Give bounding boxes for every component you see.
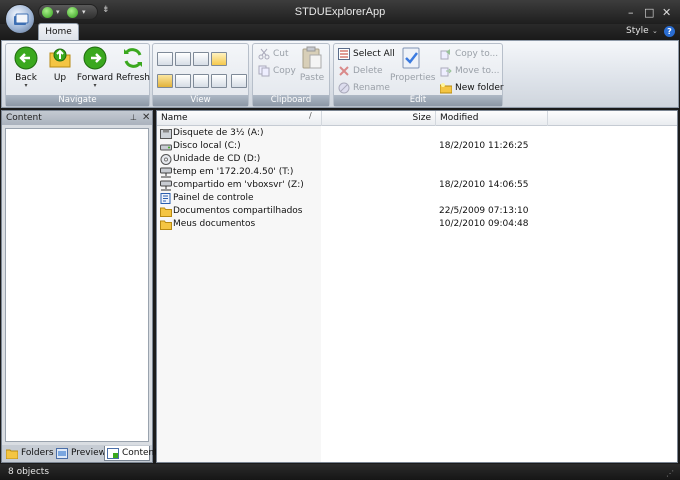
list-item[interactable]: temp em '172.20.4.50' (T:) bbox=[157, 166, 677, 179]
tab-content[interactable]: Content bbox=[104, 446, 158, 461]
details-view-icon[interactable] bbox=[193, 74, 209, 88]
edit-group-label: Edit bbox=[334, 95, 502, 106]
small-icons-view-icon[interactable] bbox=[157, 74, 173, 88]
scissors-icon bbox=[258, 48, 270, 60]
back-dropdown-icon[interactable]: ▾ bbox=[10, 83, 42, 89]
style-chevron-icon[interactable]: ⌄ bbox=[652, 27, 658, 35]
view-group-label: View bbox=[153, 95, 248, 106]
copy-to-button[interactable]: Copy to... bbox=[440, 48, 498, 62]
column-header-size[interactable]: Size bbox=[322, 111, 436, 126]
copy-icon bbox=[258, 65, 270, 77]
maximize-icon[interactable]: □ bbox=[644, 6, 654, 19]
style-menu[interactable]: Style bbox=[626, 26, 649, 36]
list-view-icon[interactable] bbox=[175, 74, 191, 88]
list-item[interactable]: Meus documentos 10/2/2010 09:04:48 bbox=[157, 218, 677, 231]
status-text: 8 objects bbox=[8, 467, 50, 477]
ribbon-tab-row bbox=[0, 24, 680, 40]
title-bar: ▾ ▾ ⇟ STDUExplorerApp – □ ✕ bbox=[0, 0, 680, 24]
list-item[interactable]: Painel de controle bbox=[157, 192, 677, 205]
panel-close-icon[interactable]: ✕ bbox=[142, 112, 150, 123]
control-panel-icon bbox=[160, 193, 171, 204]
tiles-view-icon[interactable] bbox=[211, 74, 227, 88]
content-tab-icon bbox=[107, 448, 119, 459]
resize-grip-icon[interactable]: ⋰ bbox=[666, 469, 674, 478]
cd-drive-icon bbox=[160, 154, 172, 165]
list-item[interactable]: Disco local (C:) 18/2/2010 11:26:25 bbox=[157, 140, 677, 153]
file-list: Name ∕ Size Modified Disquete de 3½ (A:)… bbox=[156, 110, 678, 463]
app-logo-icon bbox=[14, 13, 29, 25]
column-header-modified[interactable]: Modified bbox=[436, 111, 548, 126]
rename-button[interactable]: Rename bbox=[338, 82, 390, 96]
column-header-name[interactable]: Name bbox=[157, 111, 322, 126]
new-folder-icon bbox=[439, 82, 453, 94]
network-drive-icon bbox=[160, 167, 172, 178]
folders-tab-icon bbox=[6, 449, 18, 459]
back-button[interactable]: Back ▾ bbox=[10, 46, 42, 89]
list-item[interactable]: Disquete de 3½ (A:) bbox=[157, 127, 677, 140]
refresh-button[interactable]: Refresh bbox=[116, 46, 150, 83]
side-panel-tabs: Folders Preview Content bbox=[2, 445, 158, 462]
extra-large-icons-view-icon[interactable] bbox=[157, 52, 173, 66]
help-icon[interactable]: ? bbox=[664, 26, 675, 37]
tab-home[interactable]: Home bbox=[38, 23, 79, 40]
large-icons-view-icon[interactable] bbox=[175, 52, 191, 66]
clipboard-group-label: Clipboard bbox=[253, 95, 329, 106]
select-all-icon bbox=[338, 48, 350, 60]
floppy-drive-icon bbox=[160, 129, 172, 139]
delete-button[interactable]: Delete bbox=[338, 65, 383, 79]
cut-button[interactable]: Cut bbox=[258, 48, 289, 62]
thumbnails-view-icon[interactable] bbox=[211, 52, 227, 66]
move-to-button[interactable]: Move to... bbox=[440, 65, 499, 79]
copy-button[interactable]: Copy bbox=[258, 65, 296, 79]
hard-drive-icon bbox=[160, 144, 172, 151]
forward-button[interactable]: Forward ▾ bbox=[76, 46, 114, 89]
up-button[interactable]: Up bbox=[46, 46, 74, 83]
status-bar: 8 objects ⋰ bbox=[0, 464, 680, 480]
properties-button[interactable]: Properties bbox=[390, 46, 435, 83]
move-to-icon bbox=[440, 65, 452, 77]
application-menu-button[interactable] bbox=[5, 4, 35, 34]
content-side-panel: Content ⊥ ✕ Folders Preview Content bbox=[1, 110, 158, 463]
copy-to-icon bbox=[440, 48, 452, 60]
new-folder-button[interactable]: New folder bbox=[439, 82, 504, 96]
content-view-icon[interactable] bbox=[231, 74, 247, 88]
view-group: View bbox=[152, 43, 249, 107]
refresh-icon bbox=[124, 48, 142, 68]
paste-button[interactable]: Paste bbox=[297, 46, 327, 83]
sort-indicator-icon: ∕ bbox=[309, 111, 312, 120]
minimize-icon[interactable]: – bbox=[628, 6, 634, 19]
folder-up-icon bbox=[49, 48, 71, 68]
list-item[interactable]: Unidade de CD (D:) bbox=[157, 153, 677, 166]
close-icon[interactable]: ✕ bbox=[662, 6, 671, 19]
folder-icon bbox=[160, 207, 172, 217]
window-title: STDUExplorerApp bbox=[294, 6, 386, 18]
pin-icon[interactable]: ⊥ bbox=[130, 113, 137, 122]
tab-folders[interactable]: Folders bbox=[4, 446, 54, 461]
forward-dropdown-icon[interactable]: ▾ bbox=[76, 83, 114, 89]
column-headers: Name ∕ Size Modified bbox=[157, 111, 677, 126]
back-arrow-icon bbox=[14, 46, 38, 70]
clipboard-group: Cut Copy Paste Clipboard bbox=[252, 43, 330, 107]
navigate-group: Back ▾ Up Forward ▾ Refresh Navigate bbox=[5, 43, 150, 107]
select-all-button[interactable]: Select All bbox=[338, 48, 395, 62]
properties-icon bbox=[402, 47, 420, 69]
medium-icons-view-icon[interactable] bbox=[193, 52, 209, 66]
clipboard-paste-icon bbox=[302, 46, 322, 69]
navigate-group-label: Navigate bbox=[6, 95, 149, 106]
tab-preview[interactable]: Preview bbox=[54, 446, 106, 461]
rename-icon bbox=[338, 82, 350, 94]
network-drive-icon bbox=[160, 180, 172, 191]
delete-x-icon bbox=[338, 65, 350, 77]
forward-arrow-icon bbox=[83, 46, 107, 70]
list-item[interactable]: compartido em 'vboxsvr' (Z:) 18/2/2010 1… bbox=[157, 179, 677, 192]
edit-group: Select All Delete Rename Properties Copy… bbox=[333, 43, 504, 107]
side-panel-body bbox=[5, 128, 149, 442]
preview-tab-icon bbox=[56, 448, 68, 459]
list-item[interactable]: Documentos compartilhados 22/5/2009 07:1… bbox=[157, 205, 677, 218]
ribbon: Back ▾ Up Forward ▾ Refresh Navigate Vie… bbox=[1, 40, 679, 108]
folder-icon bbox=[160, 220, 172, 230]
